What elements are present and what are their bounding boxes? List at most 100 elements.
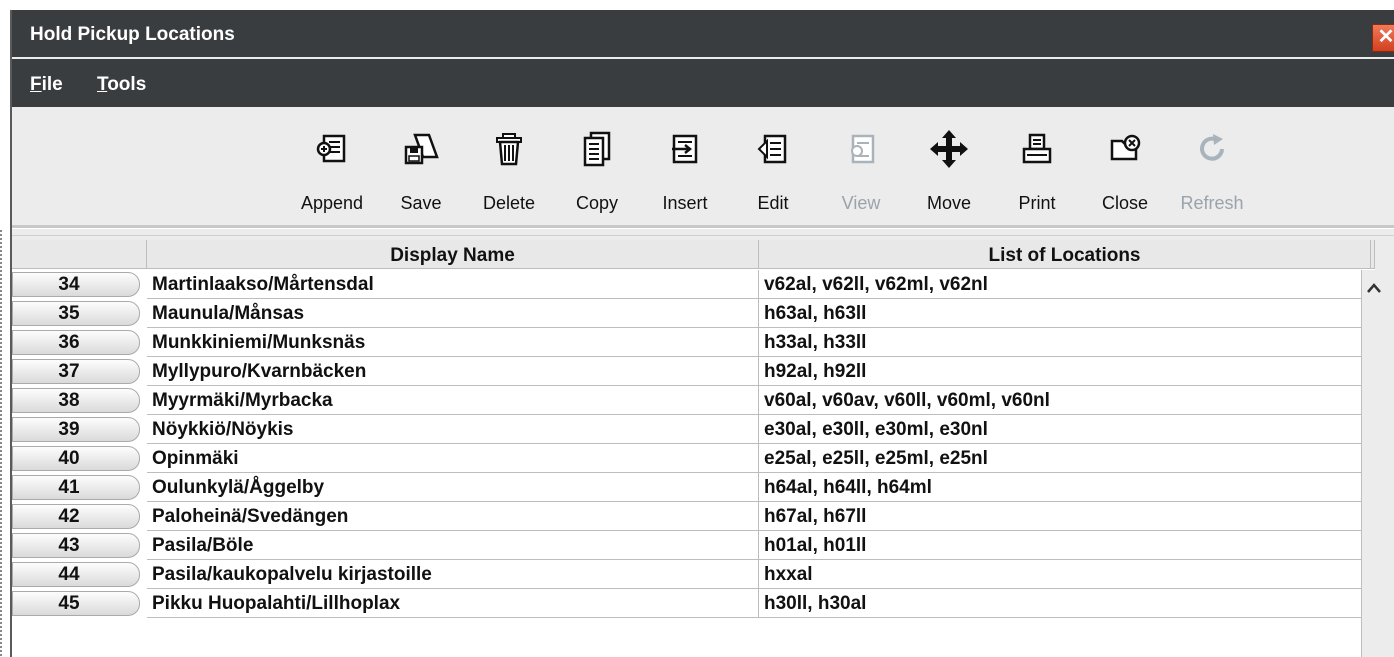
toolbar-separator <box>12 225 1394 229</box>
column-header-display-name[interactable]: Display Name <box>147 240 759 269</box>
row-number-button[interactable]: 41 <box>12 475 140 500</box>
append-label: Append <box>300 193 364 213</box>
locations-cell[interactable]: h92al, h92ll <box>759 357 1371 386</box>
close-button[interactable]: Close <box>1085 131 1165 214</box>
row-number-button[interactable]: 36 <box>12 330 140 355</box>
left-edge-dots <box>0 230 4 657</box>
append-button[interactable]: Append <box>292 131 372 214</box>
display-name-cell[interactable]: Myllypuro/Kvarnbäcken <box>147 357 759 386</box>
menu-tools[interactable]: Tools <box>97 74 146 96</box>
view-button[interactable]: View <box>821 131 901 214</box>
print-icon <box>1021 132 1053 171</box>
row-number-button[interactable]: 37 <box>12 359 140 384</box>
table-row[interactable]: 41 Oulunkylä/Åggelby h64al, h64ll, h64ml <box>12 473 1375 502</box>
menu-tools-rest: ools <box>107 74 147 95</box>
edit-button[interactable]: Edit <box>733 131 813 214</box>
append-icon <box>314 131 350 172</box>
column-header-list-of-locations[interactable]: List of Locations <box>759 240 1371 269</box>
window-title: Hold Pickup Locations <box>30 24 235 45</box>
copy-label: Copy <box>575 193 619 213</box>
view-icon <box>845 132 877 171</box>
locations-cell[interactable]: h30ll, h30al <box>759 589 1371 618</box>
menu-file-rest: ile <box>41 74 63 95</box>
table-row[interactable]: 39 Nöykkiö/Nöykis e30al, e30ll, e30ml, e… <box>12 415 1375 444</box>
display-name-cell[interactable]: Pasila/Böle <box>147 531 759 560</box>
locations-cell[interactable]: h64al, h64ll, h64ml <box>759 473 1371 502</box>
refresh-label: Refresh <box>1180 193 1244 213</box>
display-name-cell[interactable]: Paloheinä/Svedängen <box>147 502 759 531</box>
save-icon <box>401 131 441 172</box>
table-row[interactable]: 42 Paloheinä/Svedängen h67al, h67ll <box>12 502 1375 531</box>
row-number-button[interactable]: 43 <box>12 533 140 558</box>
row-number-button[interactable]: 39 <box>12 417 140 442</box>
window-close-button[interactable]: ✕ <box>1372 24 1394 52</box>
menu-bar: File Tools <box>12 59 1394 107</box>
row-number-button[interactable]: 35 <box>12 301 140 326</box>
table-row[interactable]: 34 Martinlaakso/Mårtensdal v62al, v62ll,… <box>12 270 1375 299</box>
display-name-cell[interactable]: Nöykkiö/Nöykis <box>147 415 759 444</box>
row-number-button[interactable]: 40 <box>12 446 140 471</box>
insert-button[interactable]: Insert <box>645 131 725 214</box>
insert-label: Insert <box>662 193 708 213</box>
toolbar: Append Save Delete Copy Insert Edit View <box>12 109 1394 236</box>
locations-cell[interactable]: h01al, h01ll <box>759 531 1371 560</box>
display-name-cell[interactable]: Opinmäki <box>147 444 759 473</box>
move-label: Move <box>926 193 971 213</box>
menu-file-accel: F <box>30 74 42 95</box>
print-label: Print <box>1018 193 1056 213</box>
table-row[interactable]: 44 Pasila/kaukopalvelu kirjastoille hxxa… <box>12 560 1375 589</box>
table-row[interactable]: 36 Munkkiniemi/Munksnäs h33al, h33ll <box>12 328 1375 357</box>
header-filler <box>1371 240 1375 269</box>
locations-cell[interactable]: e30al, e30ll, e30ml, e30nl <box>759 415 1371 444</box>
scroll-up-icon[interactable] <box>1366 282 1382 298</box>
close-label: Close <box>1101 193 1149 213</box>
copy-icon <box>581 130 613 173</box>
row-number-button[interactable]: 38 <box>12 388 140 413</box>
display-name-cell[interactable]: Maunula/Månsas <box>147 299 759 328</box>
delete-icon <box>493 131 525 172</box>
locations-cell[interactable]: v62al, v62ll, v62ml, v62nl <box>759 270 1371 299</box>
close-icon <box>1108 133 1142 170</box>
display-name-cell[interactable]: Pasila/kaukopalvelu kirjastoille <box>147 560 759 589</box>
table-row[interactable]: 43 Pasila/Böle h01al, h01ll <box>12 531 1375 560</box>
vertical-scrollbar[interactable] <box>1361 270 1387 657</box>
menu-file[interactable]: File <box>30 74 63 96</box>
row-number-header <box>12 240 147 269</box>
row-number-button[interactable]: 34 <box>12 272 140 297</box>
insert-icon <box>668 132 702 171</box>
delete-button[interactable]: Delete <box>469 131 549 214</box>
title-bar: Hold Pickup Locations ✕ <box>12 10 1394 57</box>
table-row[interactable]: 38 Myyrmäki/Myrbacka v60al, v60av, v60ll… <box>12 386 1375 415</box>
copy-button[interactable]: Copy <box>557 131 637 214</box>
refresh-button[interactable]: Refresh <box>1172 131 1252 214</box>
display-name-cell[interactable]: Martinlaakso/Mårtensdal <box>147 270 759 299</box>
locations-cell[interactable]: h67al, h67ll <box>759 502 1371 531</box>
table-row[interactable]: 35 Maunula/Månsas h63al, h63ll <box>12 299 1375 328</box>
locations-cell[interactable]: e25al, e25ll, e25ml, e25nl <box>759 444 1371 473</box>
save-button[interactable]: Save <box>381 131 461 214</box>
pickup-locations-table: Display Name List of Locations 34 Martin… <box>12 240 1375 657</box>
display-name-cell[interactable]: Myyrmäki/Myrbacka <box>147 386 759 415</box>
save-label: Save <box>400 193 442 213</box>
locations-cell[interactable]: v60al, v60av, v60ll, v60ml, v60nl <box>759 386 1371 415</box>
view-label: View <box>841 193 881 213</box>
move-icon <box>929 129 969 174</box>
display-name-cell[interactable]: Munkkiniemi/Munksnäs <box>147 328 759 357</box>
edit-icon <box>755 132 791 171</box>
menu-tools-accel: T <box>97 74 108 95</box>
table-row[interactable]: 37 Myllypuro/Kvarnbäcken h92al, h92ll <box>12 357 1375 386</box>
display-name-cell[interactable]: Pikku Huopalahti/Lillhoplax <box>147 589 759 618</box>
row-number-button[interactable]: 45 <box>12 591 140 616</box>
row-number-button[interactable]: 44 <box>12 562 140 587</box>
display-name-cell[interactable]: Oulunkylä/Åggelby <box>147 473 759 502</box>
delete-label: Delete <box>482 193 536 213</box>
table-row[interactable]: 40 Opinmäki e25al, e25ll, e25ml, e25nl <box>12 444 1375 473</box>
locations-cell[interactable]: h33al, h33ll <box>759 328 1371 357</box>
print-button[interactable]: Print <box>997 131 1077 214</box>
refresh-icon <box>1195 132 1229 171</box>
move-button[interactable]: Move <box>909 129 989 214</box>
row-number-button[interactable]: 42 <box>12 504 140 529</box>
locations-cell[interactable]: h63al, h63ll <box>759 299 1371 328</box>
table-row[interactable]: 45 Pikku Huopalahti/Lillhoplax h30ll, h3… <box>12 589 1375 618</box>
locations-cell[interactable]: hxxal <box>759 560 1371 589</box>
